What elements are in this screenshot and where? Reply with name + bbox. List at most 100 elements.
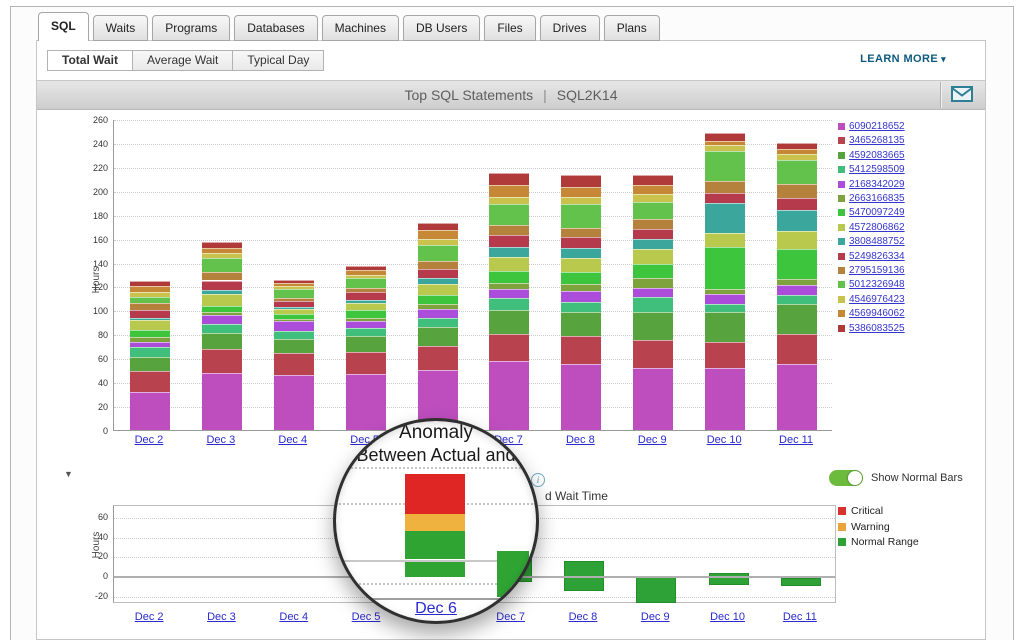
bar-segment-3808488752[interactable] — [561, 248, 601, 258]
bar-segment-6090218652[interactable] — [705, 368, 745, 430]
bar-segment-4592083665[interactable] — [705, 312, 745, 342]
tab-db-users[interactable]: DB Users — [403, 15, 480, 41]
tab-plans[interactable]: Plans — [604, 15, 660, 41]
bar-segment-2168342029[interactable] — [418, 309, 458, 317]
bar-segment-2795159136[interactable] — [633, 219, 673, 229]
bar-segment-5249826334[interactable] — [561, 237, 601, 248]
bar-segment-5249826334[interactable] — [130, 310, 170, 317]
bar-segment-5470097249[interactable] — [346, 310, 386, 317]
sql-statement-link-2168342029[interactable]: 2168342029 — [849, 179, 905, 190]
subtab-average-wait[interactable]: Average Wait — [132, 50, 233, 71]
date-link-dec-10[interactable]: Dec 10 — [692, 434, 756, 446]
bar-segment-3465268135[interactable] — [633, 340, 673, 368]
bar-segment-4572806862[interactable] — [777, 231, 817, 249]
bar-segment-2795159136[interactable] — [705, 181, 745, 193]
bar-segment-2168342029[interactable] — [561, 291, 601, 302]
sql-statement-link-5470097249[interactable]: 5470097249 — [849, 207, 905, 218]
bar-segment-5470097249[interactable] — [130, 330, 170, 337]
bar-segment-2168342029[interactable] — [633, 288, 673, 298]
learn-more-link[interactable]: LEARN MORE▾ — [860, 53, 946, 65]
bar-segment-5412598509[interactable] — [705, 304, 745, 311]
bar-segment-3465268135[interactable] — [202, 349, 242, 373]
bar-segment-2795159136[interactable] — [561, 228, 601, 238]
bar-segment-5012326948[interactable] — [489, 204, 529, 226]
bar-segment-2168342029[interactable] — [202, 315, 242, 323]
bar-segment-2663166835[interactable] — [274, 319, 314, 321]
bar-segment-3465268135[interactable] — [418, 346, 458, 370]
bar-segment-4592083665[interactable] — [561, 312, 601, 336]
bar-segment-5012326948[interactable] — [274, 289, 314, 299]
bar-segment-5470097249[interactable] — [777, 249, 817, 279]
bar-segment-6090218652[interactable] — [274, 375, 314, 430]
sql-statement-link-4572806862[interactable]: 4572806862 — [849, 222, 905, 233]
bar-segment-4572806862[interactable] — [633, 249, 673, 263]
bar-segment-5249826334[interactable] — [777, 198, 817, 210]
bar-segment-5470097249[interactable] — [561, 272, 601, 284]
bar-segment-4592083665[interactable] — [489, 310, 529, 334]
bar-segment-6090218652[interactable] — [202, 373, 242, 430]
bar-segment-4572806862[interactable] — [418, 284, 458, 295]
sql-statement-link-4546976423[interactable]: 4546976423 — [849, 294, 905, 305]
sql-statement-link-4569946062[interactable]: 4569946062 — [849, 308, 905, 319]
bar-segment-5386083525[interactable] — [777, 143, 817, 149]
bar-segment-5412598509[interactable] — [561, 302, 601, 312]
sql-statement-link-3465268135[interactable]: 3465268135 — [849, 135, 905, 146]
bar-segment-5386083525[interactable] — [705, 133, 745, 140]
date-link-dec-8[interactable]: Dec 8 — [548, 434, 612, 446]
bar-segment-5412598509[interactable] — [633, 297, 673, 311]
bar-segment-2168342029[interactable] — [777, 285, 817, 295]
bar-segment-4572806862[interactable] — [202, 294, 242, 306]
bar-segment-4546976423[interactable] — [561, 197, 601, 204]
bar-segment-4546976423[interactable] — [418, 239, 458, 245]
bar-segment-4546976423[interactable] — [130, 292, 170, 297]
bar-segment-4572806862[interactable] — [489, 257, 529, 271]
date-link-dec-4[interactable]: Dec 4 — [262, 611, 326, 623]
bar-segment-5012326948[interactable] — [561, 204, 601, 228]
chevron-down-icon[interactable]: ▼ — [64, 469, 73, 479]
bar-segment-4592083665[interactable] — [633, 312, 673, 341]
bar-segment-4546976423[interactable] — [633, 194, 673, 201]
date-link-dec-11[interactable]: Dec 11 — [764, 434, 828, 446]
bar-segment-4592083665[interactable] — [777, 304, 817, 334]
bar-segment-2795159136[interactable] — [489, 225, 529, 235]
bar-segment-4592083665[interactable] — [202, 333, 242, 349]
bar-segment-5386083525[interactable] — [561, 175, 601, 187]
bar-segment-3465268135[interactable] — [777, 334, 817, 364]
date-link-dec-2[interactable]: Dec 2 — [117, 434, 181, 446]
bar-segment-5249826334[interactable] — [705, 193, 745, 203]
bar-segment-5249826334[interactable] — [274, 301, 314, 307]
bar-segment-3808488752[interactable] — [346, 300, 386, 304]
bar-segment-3808488752[interactable] — [633, 239, 673, 250]
bar-segment-4592083665[interactable] — [346, 336, 386, 353]
tab-programs[interactable]: Programs — [152, 15, 230, 41]
bar-segment-3465268135[interactable] — [705, 342, 745, 368]
tab-machines[interactable]: Machines — [322, 15, 399, 41]
bar-segment-5412598509[interactable] — [274, 331, 314, 339]
bar-segment-4546976423[interactable] — [777, 154, 817, 160]
email-report-button[interactable] — [949, 85, 975, 105]
sql-statement-link-3808488752[interactable]: 3808488752 — [849, 236, 905, 247]
sql-statement-link-2663166835[interactable]: 2663166835 — [849, 193, 905, 204]
bar-segment-4546976423[interactable] — [202, 253, 242, 258]
bar-segment-4572806862[interactable] — [346, 303, 386, 310]
bar-segment-5470097249[interactable] — [705, 247, 745, 289]
bar-segment-5012326948[interactable] — [346, 278, 386, 288]
bar-segment-3808488752[interactable] — [418, 278, 458, 284]
bar-segment-2168342029[interactable] — [705, 294, 745, 305]
bar-segment-3465268135[interactable] — [561, 336, 601, 365]
bar-segment-3808488752[interactable] — [274, 307, 314, 309]
bar-segment-2663166835[interactable] — [777, 279, 817, 285]
bar-segment-5470097249[interactable] — [202, 306, 242, 312]
bar-segment-5412598509[interactable] — [346, 328, 386, 335]
bar-segment-6090218652[interactable] — [489, 361, 529, 430]
date-link-dec-10[interactable]: Dec 10 — [696, 611, 760, 623]
show-normal-bars-toggle[interactable] — [829, 470, 863, 486]
bar-segment-5386083525[interactable] — [633, 175, 673, 185]
bar-segment-4592083665[interactable] — [130, 357, 170, 371]
bar-segment-3465268135[interactable] — [274, 353, 314, 375]
tab-databases[interactable]: Databases — [234, 15, 317, 41]
bar-segment-5012326948[interactable] — [777, 160, 817, 184]
bar-segment-6090218652[interactable] — [777, 364, 817, 430]
bar-segment-5249826334[interactable] — [346, 292, 386, 299]
bar-segment-2663166835[interactable] — [418, 304, 458, 309]
